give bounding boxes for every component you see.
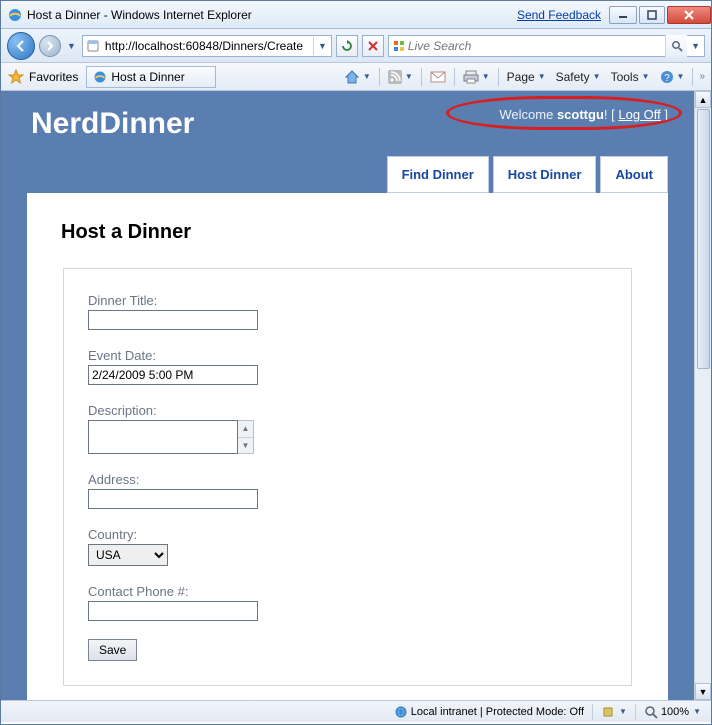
label-phone: Contact Phone #: bbox=[88, 584, 607, 599]
label-description: Description: bbox=[88, 403, 607, 418]
logoff-bracket-right: ] bbox=[661, 107, 668, 122]
status-indicator[interactable]: ▼ bbox=[597, 705, 631, 719]
save-button[interactable]: Save bbox=[88, 639, 137, 661]
page-heading: Host a Dinner bbox=[61, 221, 634, 244]
textarea-scroll-down[interactable]: ▼ bbox=[238, 438, 253, 454]
zoom-control[interactable]: 100% ▼ bbox=[640, 705, 705, 719]
print-button[interactable]: ▼ bbox=[459, 68, 494, 86]
refresh-button[interactable] bbox=[336, 35, 358, 57]
label-address: Address: bbox=[88, 472, 607, 487]
window-title: Host a Dinner - Windows Internet Explore… bbox=[27, 8, 252, 22]
status-zone-text: Local intranet | Protected Mode: Off bbox=[411, 706, 584, 718]
navigation-bar: ▼ ▼ ▼ bbox=[1, 29, 711, 63]
svg-text:?: ? bbox=[664, 73, 670, 84]
zoom-value: 100% bbox=[661, 706, 689, 718]
logoff-link[interactable]: Log Off bbox=[618, 107, 660, 122]
ie-icon bbox=[7, 7, 23, 23]
minimize-button[interactable] bbox=[609, 6, 637, 24]
scroll-up-button[interactable]: ▲ bbox=[695, 91, 711, 108]
ie-icon bbox=[93, 70, 107, 84]
vertical-scrollbar[interactable]: ▲ ▼ bbox=[694, 91, 711, 700]
maximize-button[interactable] bbox=[639, 6, 665, 24]
input-address[interactable] bbox=[88, 489, 258, 509]
close-button[interactable] bbox=[667, 6, 711, 24]
input-phone[interactable] bbox=[88, 601, 258, 621]
favorites-label[interactable]: Favorites bbox=[29, 70, 78, 84]
main-menu: Find Dinner Host Dinner About bbox=[387, 156, 668, 193]
back-button[interactable] bbox=[7, 32, 35, 60]
browser-viewport: NerdDinner Welcome scottgu! [ Log Off ] … bbox=[1, 91, 711, 700]
help-button[interactable]: ? ▼ bbox=[656, 68, 689, 86]
forward-button[interactable] bbox=[39, 35, 61, 57]
search-go-button[interactable] bbox=[665, 35, 687, 57]
status-bar: Local intranet | Protected Mode: Off ▼ 1… bbox=[1, 700, 711, 722]
nav-find-dinner[interactable]: Find Dinner bbox=[387, 156, 489, 193]
safety-menu-label: Safety bbox=[556, 70, 590, 84]
search-input[interactable] bbox=[406, 38, 665, 54]
command-bar-expand[interactable]: » bbox=[697, 71, 707, 82]
select-country[interactable]: USA bbox=[88, 544, 168, 566]
favorites-star-icon[interactable] bbox=[8, 69, 24, 85]
tab-title: Host a Dinner bbox=[111, 70, 184, 84]
feeds-button[interactable]: ▼ bbox=[384, 68, 417, 86]
content-panel: Host a Dinner Dinner Title: Event Date: … bbox=[27, 193, 668, 700]
logoff-bracket-left: [ bbox=[608, 107, 619, 122]
window-titlebar: Host a Dinner - Windows Internet Explore… bbox=[1, 1, 711, 29]
command-bar: Favorites Host a Dinner ▼ ▼ ▼ Page▼ Safe… bbox=[1, 63, 711, 91]
send-feedback-link[interactable]: Send Feedback bbox=[517, 8, 601, 22]
scroll-thumb[interactable] bbox=[697, 109, 710, 369]
input-dinner-title[interactable] bbox=[88, 310, 258, 330]
recent-pages-dropdown[interactable]: ▼ bbox=[65, 41, 78, 51]
address-bar[interactable]: ▼ bbox=[82, 35, 332, 57]
welcome-bar: Welcome scottgu! [ Log Off ] bbox=[499, 107, 668, 122]
label-dinner-title: Dinner Title: bbox=[88, 293, 607, 308]
page-icon bbox=[83, 39, 103, 53]
label-event-date: Event Date: bbox=[88, 348, 607, 363]
nav-host-dinner[interactable]: Host Dinner bbox=[493, 156, 597, 193]
label-country: Country: bbox=[88, 527, 607, 542]
live-search-icon bbox=[392, 39, 406, 53]
url-input[interactable] bbox=[103, 38, 313, 54]
input-event-date[interactable] bbox=[88, 365, 258, 385]
welcome-username: scottgu bbox=[557, 107, 604, 122]
page-menu[interactable]: Page▼ bbox=[503, 68, 550, 86]
page-menu-label: Page bbox=[507, 70, 535, 84]
scroll-down-button[interactable]: ▼ bbox=[695, 683, 711, 700]
nav-about[interactable]: About bbox=[600, 156, 668, 193]
safety-menu[interactable]: Safety▼ bbox=[552, 68, 605, 86]
url-dropdown[interactable]: ▼ bbox=[313, 37, 331, 55]
zoom-icon bbox=[644, 705, 658, 719]
tools-menu[interactable]: Tools▼ bbox=[607, 68, 654, 86]
textarea-scroll[interactable]: ▲ ▼ bbox=[238, 420, 254, 454]
home-button[interactable]: ▼ bbox=[340, 67, 375, 87]
browser-tab[interactable]: Host a Dinner bbox=[86, 66, 215, 88]
welcome-prefix: Welcome bbox=[499, 107, 557, 122]
textarea-scroll-up[interactable]: ▲ bbox=[238, 421, 253, 438]
dinner-form: Dinner Title: Event Date: Description: ▲… bbox=[63, 268, 632, 686]
input-description[interactable] bbox=[88, 420, 238, 454]
tools-menu-label: Tools bbox=[611, 70, 639, 84]
stop-button[interactable] bbox=[362, 35, 384, 57]
search-bar[interactable]: ▼ bbox=[388, 35, 705, 57]
internet-zone-icon bbox=[394, 705, 408, 719]
search-provider-dropdown[interactable]: ▼ bbox=[687, 37, 704, 55]
read-mail-button[interactable] bbox=[426, 69, 450, 85]
web-page: NerdDinner Welcome scottgu! [ Log Off ] … bbox=[1, 91, 694, 700]
